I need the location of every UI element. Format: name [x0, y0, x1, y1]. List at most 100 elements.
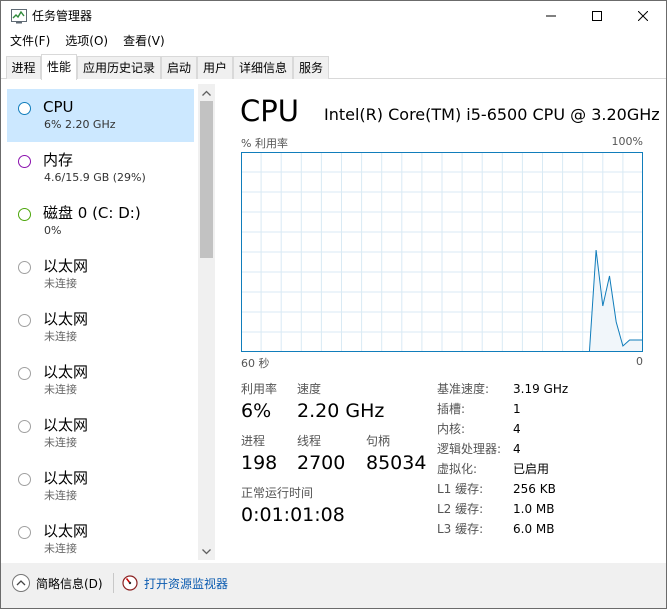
uptime-value: 0:01:01:08	[241, 504, 345, 526]
maximize-button[interactable]	[574, 1, 620, 31]
spec-value: 1.0 MB	[513, 502, 555, 516]
tab-performance[interactable]: 性能	[41, 54, 77, 80]
resource-item-disk[interactable]: 磁盘 0 (C: D:) 0%	[7, 195, 194, 248]
spec-label: L1 缓存:	[437, 482, 484, 496]
tab-details[interactable]: 详细信息	[233, 56, 293, 79]
resource-detail: 未连接	[44, 383, 77, 396]
title-bar[interactable]: 任务管理器	[1, 1, 666, 31]
resource-name: 以太网	[43, 310, 89, 328]
spec-label: L3 缓存:	[437, 522, 484, 536]
cpu-ring-icon	[18, 102, 31, 115]
resource-detail: 4.6/15.9 GB (29%)	[44, 171, 146, 184]
threads-label: 线程	[297, 434, 322, 448]
spec-value: 4	[513, 422, 521, 436]
ethernet-ring-icon	[18, 526, 31, 539]
open-resource-monitor-link[interactable]: 打开资源监视器	[122, 573, 228, 593]
fewer-details-label: 简略信息(D)	[36, 576, 103, 591]
resource-detail: 未连接	[44, 489, 77, 502]
tab-startup[interactable]: 启动	[161, 56, 197, 79]
footer-divider	[113, 573, 114, 593]
utilization-label: 利用率	[241, 382, 278, 396]
graph-y-max: 100%	[611, 135, 643, 148]
resource-item-ethernet[interactable]: 以太网 未连接	[7, 513, 194, 560]
resource-detail: 0%	[44, 224, 62, 237]
spec-value: 256 KB	[513, 482, 556, 496]
resource-item-ethernet[interactable]: 以太网 未连接	[7, 407, 194, 460]
threads-value: 2700	[297, 452, 346, 474]
spec-value: 3.19 GHz	[513, 382, 569, 396]
cpu-utilization-graph	[241, 152, 643, 352]
tab-bar: 进程 性能 应用历史记录 启动 用户 详细信息 服务	[1, 54, 666, 80]
page-title: CPU	[240, 94, 299, 128]
footer-bar: 简略信息(D) 打开资源监视器	[1, 563, 666, 608]
window-title: 任务管理器	[32, 9, 93, 23]
spec-value: 已启用	[513, 462, 550, 476]
spec-value: 1	[513, 402, 521, 416]
resource-detail: 未连接	[44, 436, 77, 449]
resource-name: CPU	[43, 98, 74, 116]
disk-ring-icon	[18, 208, 31, 221]
tab-services[interactable]: 服务	[293, 56, 329, 79]
resource-list: CPU 6% 2.20 GHz 内存 4.6/15.9 GB (29%) 磁盘 …	[1, 84, 215, 560]
processes-value: 198	[241, 452, 278, 474]
graph-y-label: % 利用率	[241, 137, 288, 150]
minimize-icon	[546, 15, 556, 17]
tab-processes[interactable]: 进程	[6, 56, 41, 79]
ethernet-ring-icon	[18, 473, 31, 486]
spec-label: 逻辑处理器:	[437, 442, 502, 456]
menu-view[interactable]: 查看(V)	[114, 31, 171, 51]
spec-label: 插槽:	[437, 402, 466, 416]
spec-label: 内核:	[437, 422, 466, 436]
menu-options[interactable]: 选项(O)	[56, 31, 114, 51]
scroll-down-button[interactable]	[198, 543, 215, 560]
fewer-details-button[interactable]: 简略信息(D)	[11, 573, 103, 593]
graph-x-right-label: 0	[636, 355, 643, 368]
menu-file[interactable]: 文件(F)	[1, 31, 56, 51]
processes-label: 进程	[241, 434, 266, 448]
resource-item-memory[interactable]: 内存 4.6/15.9 GB (29%)	[7, 142, 194, 195]
spec-value: 6.0 MB	[513, 522, 555, 536]
resource-item-ethernet[interactable]: 以太网 未连接	[7, 460, 194, 513]
ethernet-ring-icon	[18, 367, 31, 380]
chevron-up-circle-icon	[12, 574, 30, 592]
graph-x-left-label: 60 秒	[241, 357, 270, 370]
ethernet-ring-icon	[18, 261, 31, 274]
scroll-up-button[interactable]	[198, 84, 215, 101]
resource-item-ethernet[interactable]: 以太网 未连接	[7, 248, 194, 301]
menu-bar: 文件(F) 选项(O) 查看(V)	[1, 31, 666, 51]
resource-name: 以太网	[43, 363, 89, 381]
task-manager-window: 任务管理器 文件(F) 选项(O) 查看(V) 进程 性能 应用历史记录 启动 …	[0, 0, 667, 609]
resource-monitor-icon	[122, 575, 138, 591]
handles-label: 句柄	[366, 434, 391, 448]
resource-name: 以太网	[43, 522, 89, 540]
minimize-button[interactable]	[528, 1, 574, 31]
resource-name: 以太网	[43, 257, 89, 275]
speed-value: 2.20 GHz	[297, 400, 385, 422]
tab-users[interactable]: 用户	[197, 56, 233, 79]
spec-label: 虚拟化:	[437, 462, 478, 476]
close-icon	[638, 11, 648, 21]
sidebar-scrollbar[interactable]	[198, 84, 215, 560]
chevron-up-icon	[202, 90, 211, 96]
resource-item-cpu[interactable]: CPU 6% 2.20 GHz	[7, 89, 194, 142]
resource-detail: 6% 2.20 GHz	[44, 118, 116, 131]
tab-app-history[interactable]: 应用历史记录	[77, 56, 161, 79]
task-manager-app-icon	[11, 8, 27, 24]
memory-ring-icon	[18, 155, 31, 168]
uptime-label: 正常运行时间	[241, 486, 314, 500]
ethernet-ring-icon	[18, 420, 31, 433]
resource-item-ethernet[interactable]: 以太网 未连接	[7, 301, 194, 354]
resource-detail: 未连接	[44, 330, 77, 343]
resource-detail: 未连接	[44, 542, 77, 555]
cpu-model: Intel(R) Core(TM) i5-6500 CPU @ 3.20GHz	[324, 105, 660, 124]
resource-name: 以太网	[43, 469, 89, 487]
spec-label: 基准速度:	[437, 382, 490, 396]
spec-label: L2 缓存:	[437, 502, 484, 516]
close-button[interactable]	[620, 1, 666, 31]
resource-name: 磁盘 0 (C: D:)	[43, 204, 141, 222]
spec-value: 4	[513, 442, 521, 456]
scrollbar-thumb[interactable]	[200, 101, 213, 258]
resource-item-ethernet[interactable]: 以太网 未连接	[7, 354, 194, 407]
open-resource-monitor-label: 打开资源监视器	[144, 576, 229, 591]
resource-detail: 未连接	[44, 277, 77, 290]
